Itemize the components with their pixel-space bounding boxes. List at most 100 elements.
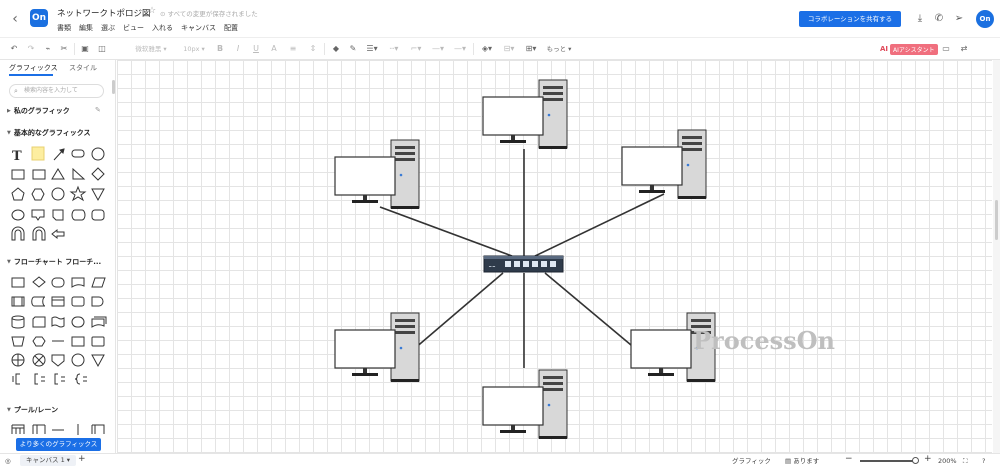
user-avatar[interactable]: On: [976, 10, 994, 28]
delay-icon[interactable]: [91, 296, 104, 307]
section-my-graphics[interactable]: ▶ 私のグラフィック: [7, 106, 70, 116]
menu-file[interactable]: 書類: [57, 23, 71, 33]
document-title[interactable]: ネットワークトポロジ図: [57, 7, 151, 19]
style-icon[interactable]: ◫: [96, 42, 108, 56]
font-family-select[interactable]: 微软雅黑 ▾: [128, 42, 174, 56]
table-icon[interactable]: ⊞▾: [523, 42, 539, 56]
list-annotation-icon[interactable]: [54, 373, 65, 385]
u-turn-down-icon[interactable]: [11, 226, 25, 241]
ai-assistant-button[interactable]: AI AIアシスタント: [880, 43, 938, 55]
font-color-icon[interactable]: A: [268, 42, 280, 56]
brace-annotation-icon[interactable]: [34, 373, 45, 385]
menu-view[interactable]: ビュー: [123, 23, 144, 33]
off-page-rect-icon[interactable]: [71, 336, 85, 347]
cylinder-horizontal-icon[interactable]: [71, 209, 86, 221]
link-bottom-left[interactable]: [413, 272, 504, 350]
hexagon-icon[interactable]: [31, 188, 45, 201]
line-color-icon[interactable]: ✎: [347, 42, 359, 56]
link-bottom-right[interactable]: [544, 272, 638, 351]
swap-icon[interactable]: ⇄: [958, 42, 970, 56]
vertical-pool-icon[interactable]: [32, 424, 46, 434]
section-basic-graphics[interactable]: ▼ 基本的なグラフィックス: [7, 128, 91, 138]
zoom-out-icon[interactable]: −: [845, 454, 853, 464]
pages-icon[interactable]: ◎: [5, 456, 11, 466]
pentagon-icon[interactable]: [11, 187, 25, 201]
process-icon[interactable]: [11, 277, 25, 288]
manual-operation-icon[interactable]: [11, 336, 25, 347]
computer-bottom-left[interactable]: [334, 312, 420, 383]
add-page-icon[interactable]: +: [78, 454, 86, 464]
menu-arrange[interactable]: 配置: [224, 23, 238, 33]
presence-indicator[interactable]: ▤ あります: [785, 456, 819, 466]
page-tab-canvas-1[interactable]: キャンバス 1 ▾: [20, 455, 77, 466]
start-arrow-icon[interactable]: —▾: [430, 42, 446, 56]
align-icon[interactable]: ⊟▾: [501, 42, 517, 56]
zoom-in-icon[interactable]: +: [924, 454, 932, 464]
data-io-icon[interactable]: [91, 277, 106, 288]
zoom-slider-track[interactable]: [860, 460, 915, 462]
multi-document-icon[interactable]: [91, 316, 107, 328]
panel-icon[interactable]: ▭: [940, 42, 952, 56]
connector-icon[interactable]: [71, 353, 85, 367]
diamond-icon[interactable]: [91, 167, 105, 181]
italic-icon[interactable]: I: [233, 42, 243, 56]
app-logo[interactable]: On: [30, 9, 48, 27]
canvas-scrollbar[interactable]: [993, 60, 1000, 453]
computer-top[interactable]: [482, 79, 568, 150]
square-icon[interactable]: [11, 169, 25, 180]
database-icon[interactable]: [11, 315, 25, 329]
end-arrow-icon[interactable]: —▾: [452, 42, 468, 56]
section-pool-lane[interactable]: ▼ プール/レーン: [7, 405, 58, 415]
menu-insert[interactable]: 入れる: [152, 23, 173, 33]
rounded-square-icon[interactable]: [91, 209, 105, 221]
internal-storage-icon[interactable]: [51, 296, 65, 307]
document-shape-icon[interactable]: [71, 277, 85, 288]
right-triangle-icon[interactable]: [72, 167, 86, 180]
zoom-slider-knob[interactable]: [912, 457, 919, 464]
star-shape-icon[interactable]: [69, 185, 87, 202]
shape-search-input[interactable]: ⌕ 検索内容を入力して: [9, 84, 104, 98]
menu-select[interactable]: 選ぶ: [101, 23, 115, 33]
tab-style[interactable]: スタイル: [69, 63, 97, 73]
network-switch[interactable]: ═ ═: [483, 255, 564, 273]
bracket-annotation-icon[interactable]: [12, 373, 20, 385]
redo-icon[interactable]: ↷: [25, 42, 37, 56]
sidebar-scrollbar[interactable]: [112, 80, 115, 94]
u-turn-up-icon[interactable]: [32, 226, 46, 241]
off-page-connector-icon[interactable]: [51, 354, 65, 367]
inverted-triangle-icon[interactable]: [91, 188, 105, 202]
ellipse-icon[interactable]: [11, 209, 25, 221]
triangle-icon[interactable]: [51, 168, 65, 180]
card-icon[interactable]: [32, 316, 46, 328]
curly-annotation-icon[interactable]: [74, 373, 87, 385]
menu-canvas[interactable]: キャンバス: [181, 23, 216, 33]
circle-icon[interactable]: [91, 147, 105, 161]
lane-icon[interactable]: [91, 424, 105, 434]
merge-icon[interactable]: [91, 354, 105, 368]
circle-large-icon[interactable]: [51, 187, 65, 201]
section-flowchart[interactable]: ▼ フローチャート フローチ...: [7, 257, 101, 267]
stored-data-icon[interactable]: [31, 296, 46, 307]
left-arrow-block-icon[interactable]: [51, 228, 65, 240]
loop-limit-icon[interactable]: [91, 336, 105, 347]
computer-top-left[interactable]: [334, 139, 420, 210]
line-style-icon[interactable]: ┄▾: [386, 42, 402, 56]
phone-icon[interactable]: ✆: [932, 12, 946, 26]
image-icon[interactable]: ▣: [79, 42, 91, 56]
manual-input-alt-icon[interactable]: [71, 316, 85, 328]
text-align-icon[interactable]: ≡: [286, 42, 300, 56]
rectangle-icon[interactable]: [32, 169, 46, 180]
paper-tape-icon[interactable]: [51, 316, 65, 328]
tab-graphics[interactable]: グラフィックス: [9, 63, 58, 73]
star-icon[interactable]: ☆: [148, 6, 156, 16]
diagram-canvas[interactable]: ═ ═: [117, 60, 992, 453]
graphics-count-label[interactable]: グラフィック: [732, 456, 771, 466]
horizontal-pool-icon[interactable]: [11, 424, 25, 434]
edit-icon[interactable]: ✎: [95, 106, 101, 114]
more-menu[interactable]: もっと ▾: [544, 42, 574, 56]
vertical-align-icon[interactable]: ⇕: [306, 42, 320, 56]
share-collaboration-button[interactable]: コラボレーションを共有する: [799, 11, 901, 27]
back-icon[interactable]: ‹: [8, 10, 22, 28]
clear-format-icon[interactable]: ✂: [58, 42, 70, 56]
rounded-rectangle-icon[interactable]: [71, 149, 85, 158]
